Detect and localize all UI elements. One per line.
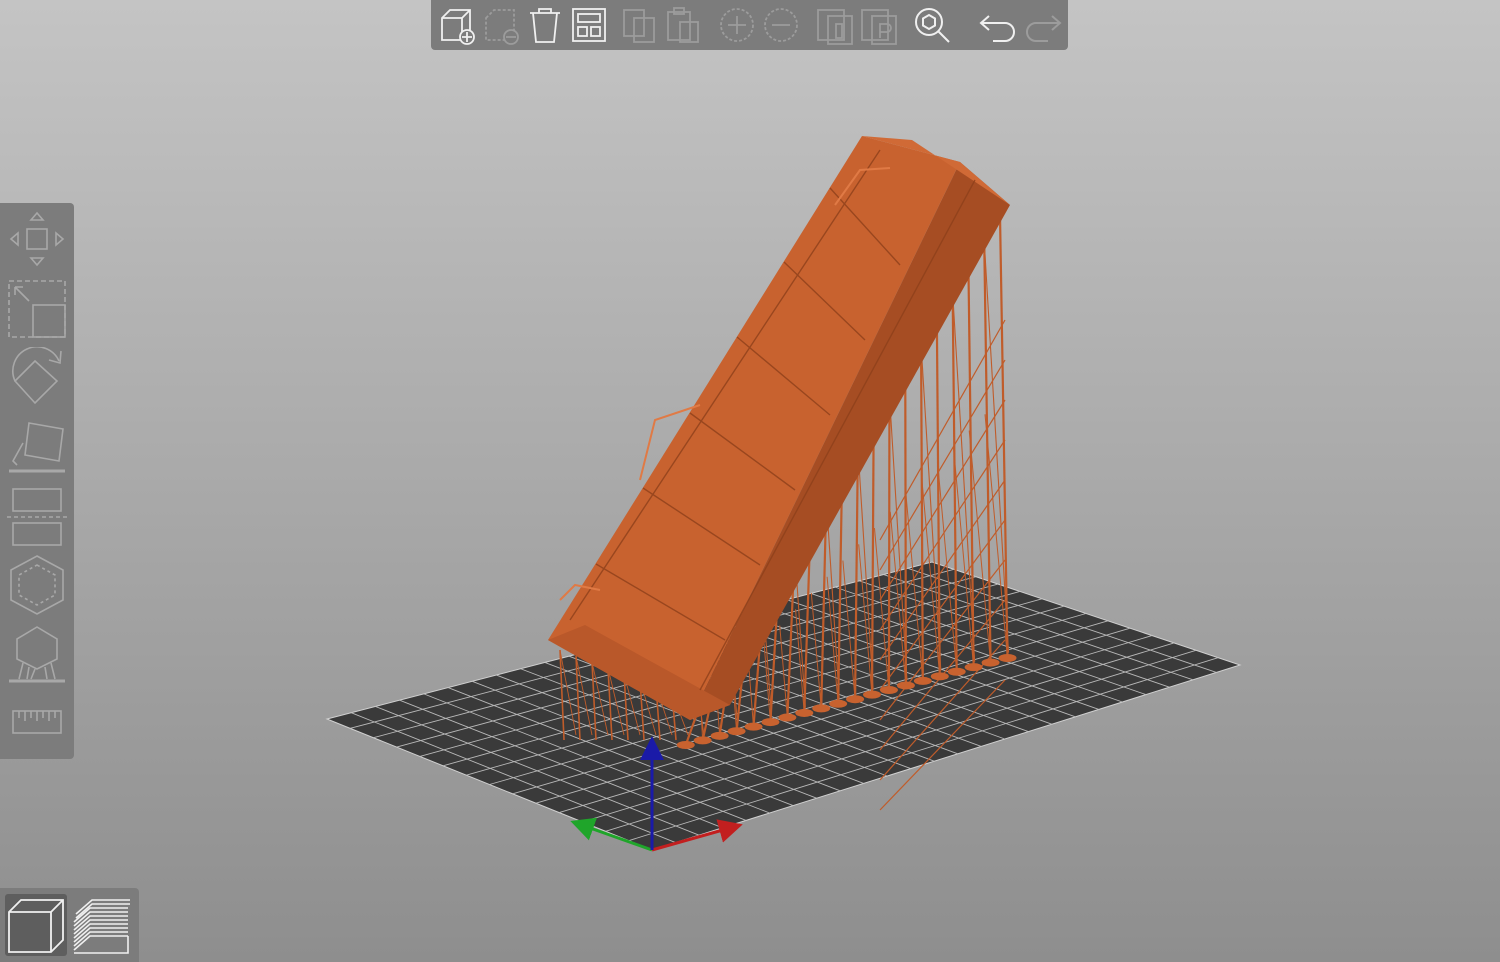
sla-support-points-icon[interactable]	[5, 623, 69, 687]
support-pad	[710, 731, 729, 740]
move-icon[interactable]	[5, 209, 69, 269]
support-pad	[913, 676, 932, 685]
scale-icon[interactable]	[5, 275, 69, 339]
support-pad	[778, 713, 797, 722]
view-toolbar	[0, 888, 139, 962]
remove-instance-icon[interactable]	[760, 4, 802, 46]
add-icon[interactable]	[436, 4, 478, 46]
support-pad	[998, 654, 1017, 662]
arrange-icon[interactable]	[568, 4, 610, 46]
left-toolbar	[0, 203, 74, 759]
hollow-icon[interactable]	[5, 553, 69, 617]
3d-viewport[interactable]	[0, 0, 1500, 962]
support-pad	[879, 686, 898, 695]
measure-icon[interactable]	[5, 703, 69, 743]
cut-icon[interactable]	[5, 485, 69, 549]
support-pad	[846, 695, 865, 704]
support-pad	[964, 663, 983, 672]
top-toolbar	[431, 0, 1068, 50]
split-to-objects-icon[interactable]	[814, 4, 856, 46]
split-to-parts-icon[interactable]	[858, 4, 900, 46]
support-pad	[863, 690, 882, 699]
3d-view-icon[interactable]	[5, 894, 67, 956]
search-icon[interactable]	[911, 4, 953, 46]
support-pad	[761, 718, 780, 727]
delete-icon[interactable]	[480, 4, 522, 46]
support-pad	[744, 722, 763, 731]
support-pad	[981, 658, 1000, 667]
rotate-icon[interactable]	[5, 347, 69, 411]
support-pad	[896, 681, 915, 690]
support-pad	[693, 736, 712, 745]
support-pad	[812, 704, 831, 713]
paste-icon[interactable]	[663, 4, 705, 46]
redo-icon[interactable]	[1022, 4, 1064, 46]
support-pad	[727, 727, 746, 736]
place-on-face-icon[interactable]	[5, 415, 69, 479]
preview-layers-icon[interactable]	[70, 894, 132, 956]
support-pad	[930, 672, 949, 681]
add-instance-icon[interactable]	[716, 4, 758, 46]
copy-icon[interactable]	[619, 4, 661, 46]
support-pad	[795, 708, 814, 717]
undo-icon[interactable]	[977, 4, 1019, 46]
support-pad	[947, 667, 966, 676]
delete-all-icon[interactable]	[524, 4, 566, 46]
support-pad	[829, 699, 848, 708]
support-pad	[676, 741, 695, 749]
